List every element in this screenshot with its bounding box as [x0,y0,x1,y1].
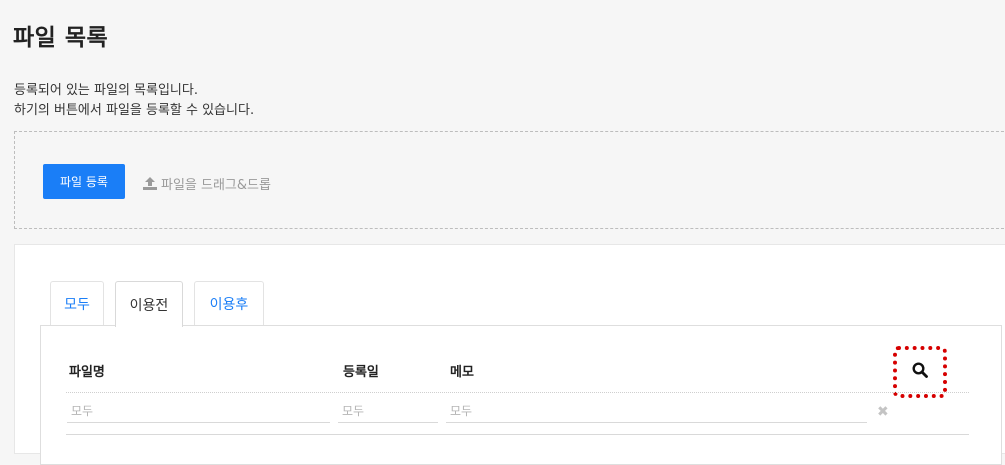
filter-divider [66,434,969,435]
page-title: 파일 목록 [13,25,109,51]
memo-filter-input[interactable] [446,399,867,423]
drag-drop-label: 파일을 드래그&드롭 [161,178,271,193]
upload-drop-zone[interactable]: 파일 등록 파일을 드래그&드롭 [14,131,1005,229]
tab-all[interactable]: 모두 [50,281,104,326]
search-icon [912,362,928,382]
search-button[interactable] [893,346,947,398]
filename-filter-input[interactable] [67,399,330,423]
header-divider [66,392,969,393]
drag-drop-hint: 파일을 드래그&드롭 [143,174,271,193]
column-header-filename: 파일명 [69,365,105,380]
file-table: 파일명 등록일 메모 ✖ [40,325,1002,465]
file-register-button[interactable]: 파일 등록 [43,164,125,199]
date-filter-input[interactable] [338,399,438,423]
tab-after-use[interactable]: 이용후 [194,281,264,326]
tab-before-use[interactable]: 이용전 [115,281,183,327]
page-description-line2: 하기의 버튼에서 파일을 등록할 수 있습니다. [14,103,255,118]
column-header-date: 등록일 [343,365,379,380]
page-description-line1: 등록되어 있는 파일의 목록입니다. [14,83,198,98]
column-header-memo: 메모 [450,365,474,380]
close-icon[interactable]: ✖ [877,404,889,420]
upload-icon [143,177,157,190]
file-list-panel: 모두 이용전 이용후 파일명 등록일 메모 ✖ [14,244,1005,465]
